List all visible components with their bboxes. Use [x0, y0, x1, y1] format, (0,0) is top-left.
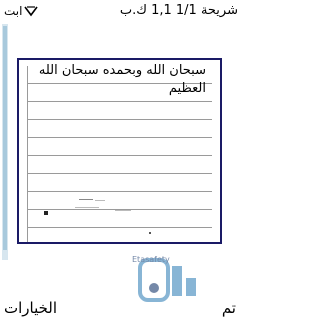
ink-stroke	[79, 199, 93, 200]
ink-stroke	[95, 200, 105, 201]
ink-dot	[149, 232, 151, 234]
softkey-bar: الخيارات تم	[0, 298, 240, 320]
note-canvas[interactable]: سبحان الله وبحمده سبحان الله العظيم	[17, 58, 222, 244]
done-softkey[interactable]: تم	[222, 299, 236, 317]
scrollbar-thumb[interactable]	[3, 26, 7, 250]
ink-stroke	[75, 207, 99, 208]
note-text[interactable]: سبحان الله وبحمده سبحان الله العظيم	[29, 62, 206, 98]
slide-position-info: شريحة 1/1 1,1 ك.ب	[119, 3, 238, 18]
status-bar: ابت شريحة 1/1 1,1 ك.ب	[0, 0, 240, 22]
input-mode-indicator: ابت	[4, 4, 39, 18]
watermark-text: Etasafety	[132, 255, 170, 264]
ink-mark	[44, 211, 48, 215]
options-softkey[interactable]: الخيارات	[4, 299, 57, 317]
vertical-scrollbar[interactable]	[2, 24, 8, 260]
ink-stroke	[115, 210, 131, 211]
input-mode-label: ابت	[4, 4, 23, 18]
pen-input-icon	[24, 6, 39, 17]
